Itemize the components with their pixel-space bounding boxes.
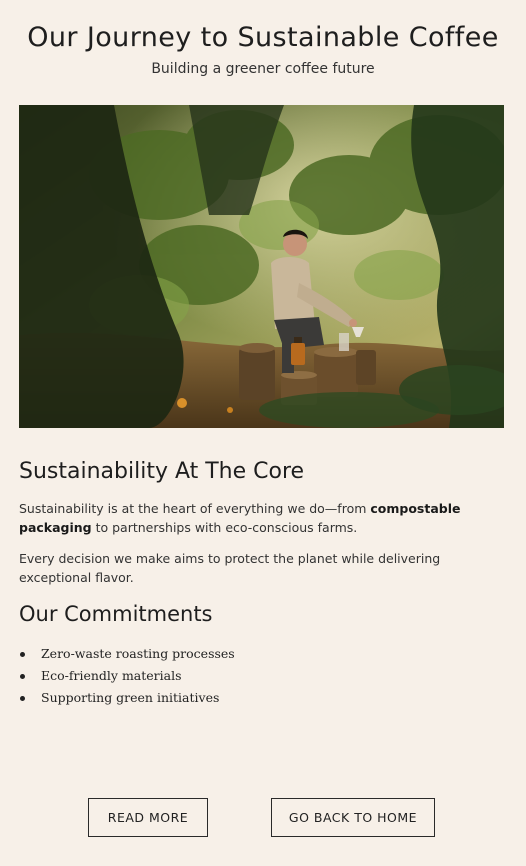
list-item: Supporting green initiatives — [19, 688, 235, 710]
read-more-button[interactable]: READ MORE — [88, 798, 208, 837]
core-paragraph-1: Sustainability is at the heart of everyt… — [19, 499, 489, 537]
section-heading-commitments: Our Commitments — [19, 602, 213, 626]
core-paragraph-2: Every decision we make aims to protect t… — [19, 551, 441, 585]
go-back-home-button[interactable]: GO BACK TO HOME — [271, 798, 435, 837]
hero-photo-illustration — [19, 105, 504, 428]
commitments-list: Zero-waste roasting processes Eco-friend… — [19, 644, 235, 710]
list-item: Eco-friendly materials — [19, 666, 235, 688]
page: Our Journey to Sustainable Coffee Buildi… — [0, 0, 526, 866]
core-p1-text-end: to partnerships with eco-conscious farms… — [91, 520, 358, 535]
hero-image — [19, 105, 504, 428]
page-title: Our Journey to Sustainable Coffee — [27, 22, 499, 53]
page-subtitle: Building a greener coffee future — [151, 61, 375, 77]
core-p1-text-start: Sustainability is at the heart of everyt… — [19, 501, 371, 516]
list-item: Zero-waste roasting processes — [19, 644, 235, 666]
section-heading-core: Sustainability At The Core — [19, 459, 305, 484]
